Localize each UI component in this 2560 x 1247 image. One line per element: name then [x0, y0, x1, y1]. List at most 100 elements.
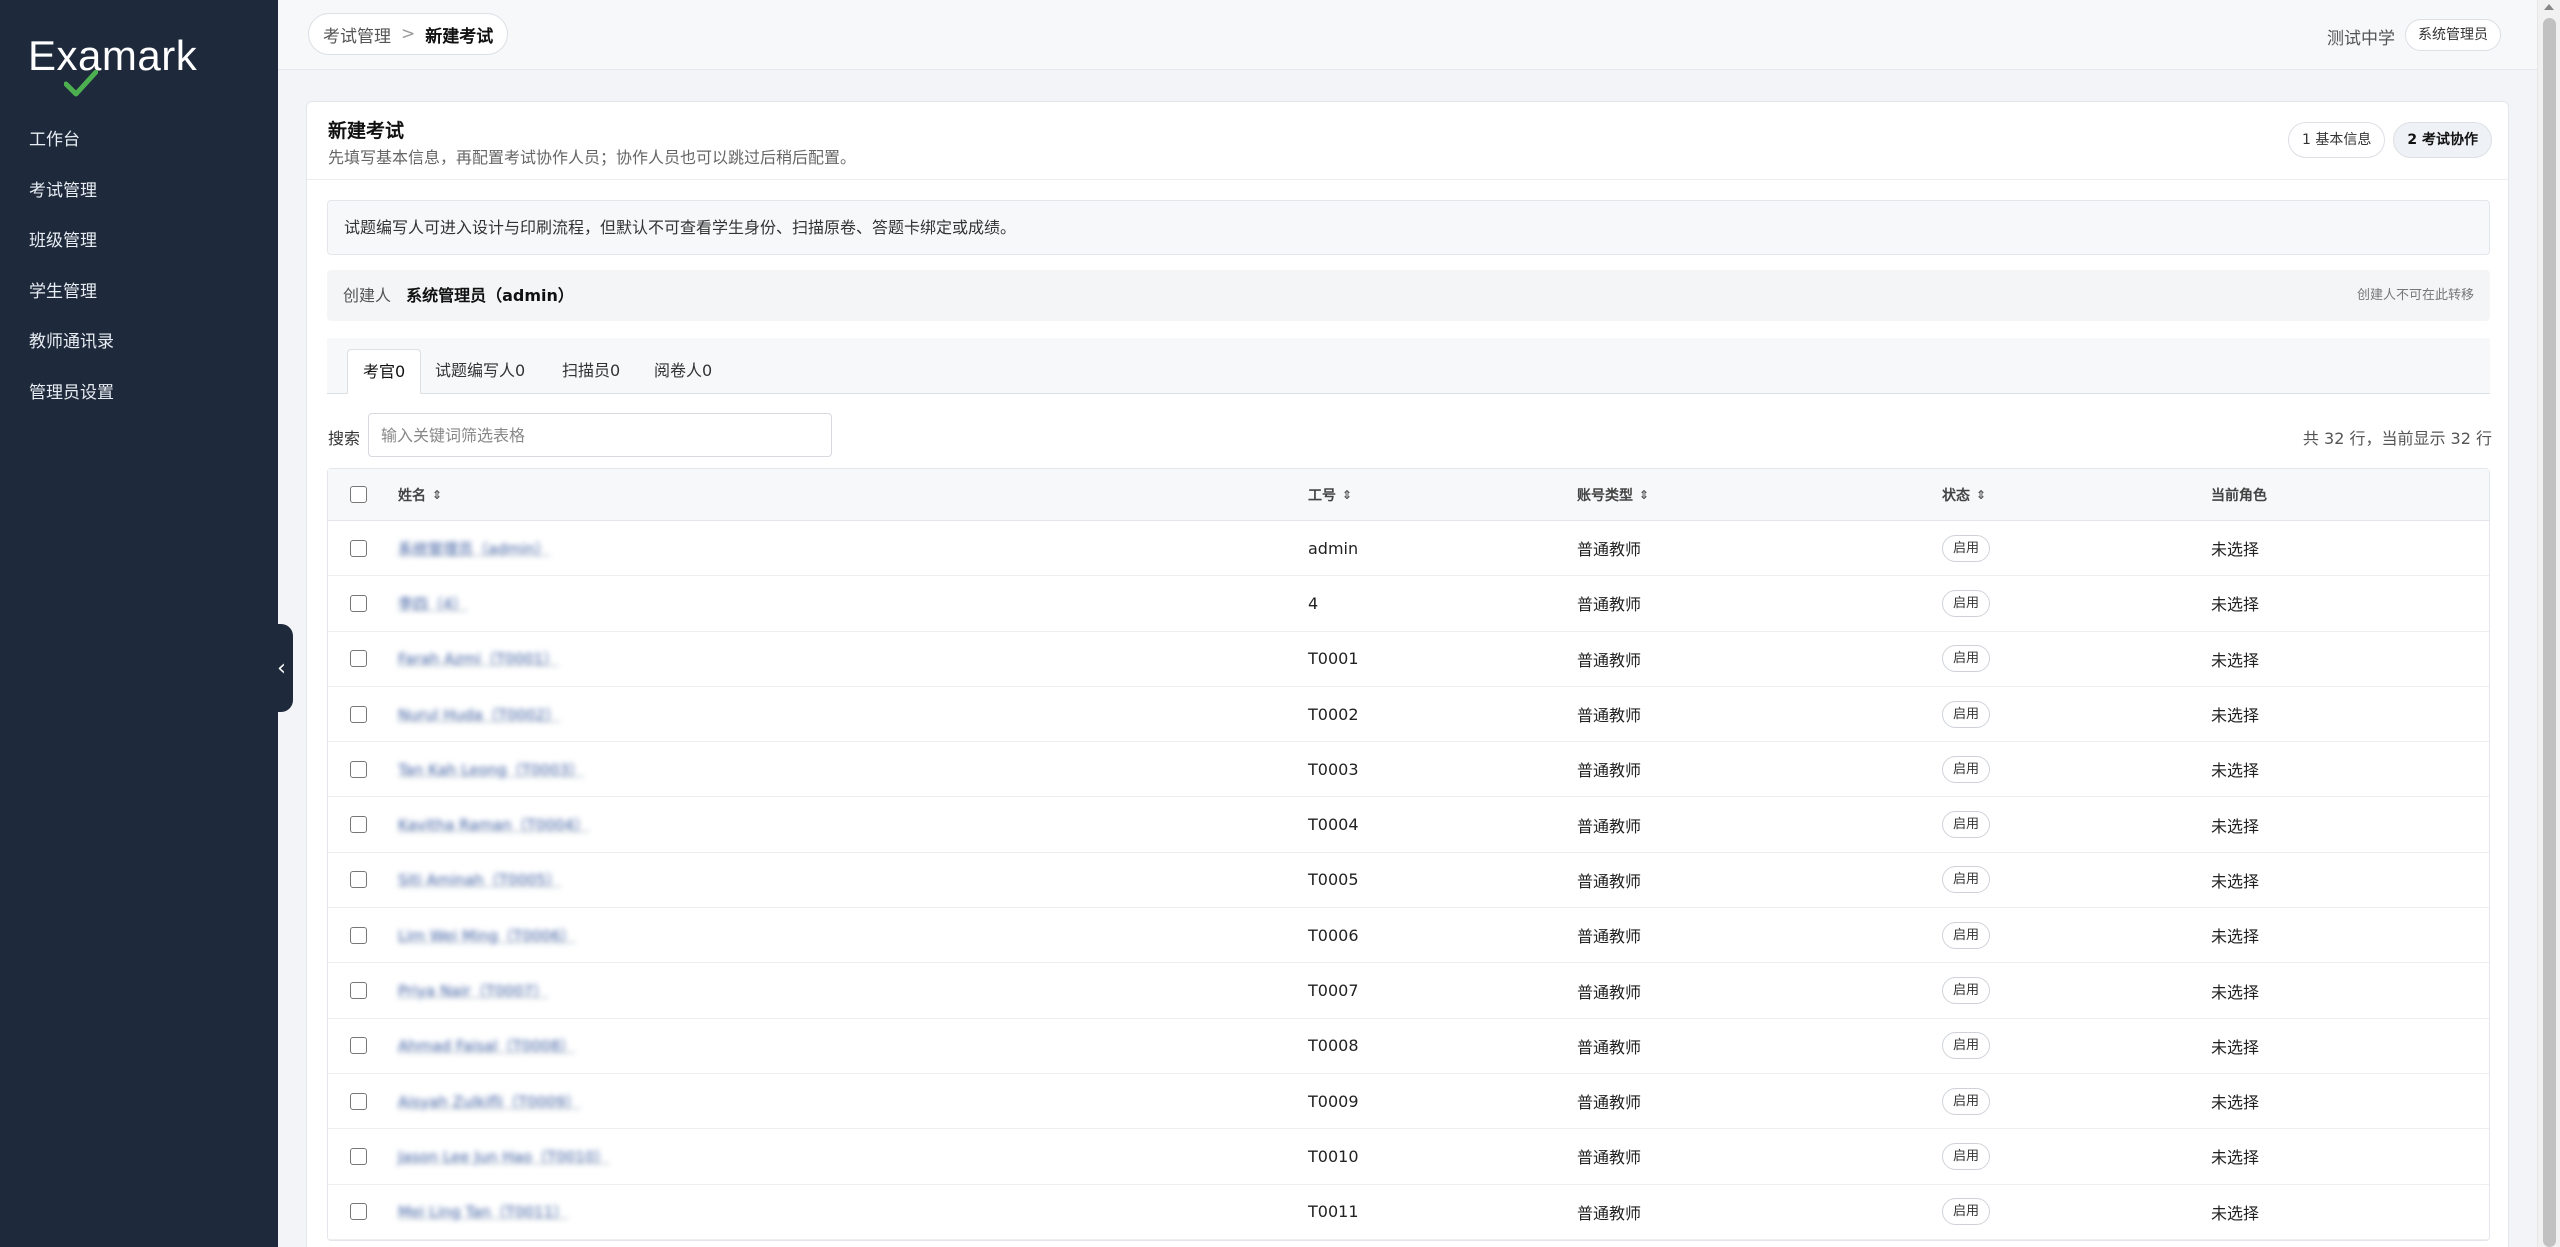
table-row[interactable]: Ahmad Faisal（T0008） T0008 普通教师 启用 未选择 — [328, 1019, 2489, 1074]
row-checkbox[interactable] — [350, 539, 367, 557]
teacher-name[interactable]: Kavitha Raman（T0004） — [398, 814, 589, 835]
row-checkbox[interactable] — [350, 760, 367, 778]
table-row[interactable]: Siti Aminah（T0005） T0005 普通教师 启用 未选择 — [328, 853, 2489, 909]
row-select-cell — [350, 742, 367, 796]
current-role-cell: 未选择 — [2211, 1148, 2260, 1168]
sidebar-item-class-management[interactable]: 班级管理 — [0, 216, 278, 267]
teacher-name[interactable]: Lim Wei Ming（T0006） — [398, 925, 576, 946]
current-role-cell: 未选择 — [2211, 871, 2260, 891]
row-checkbox[interactable] — [350, 982, 367, 1000]
name-cell: Siti Aminah（T0005） — [398, 853, 561, 907]
sort-icon[interactable]: ⇕ — [1639, 488, 1649, 502]
teacher-name[interactable]: Priya Nair（T0007） — [398, 980, 548, 1001]
status-badge: 启用 — [1942, 645, 1991, 673]
step-basic-info[interactable]: 1 基本信息 — [2288, 122, 2386, 158]
vertical-scrollbar[interactable] — [2537, 0, 2560, 1247]
row-checkbox[interactable] — [350, 871, 367, 889]
collapse-sidebar-button[interactable]: ‹ — [270, 624, 293, 712]
row-select-cell — [350, 1185, 367, 1239]
row-checkbox[interactable] — [350, 594, 367, 612]
tab-scanner[interactable]: 扫描员0 — [547, 349, 635, 394]
page-subtitle: 先填写基本信息，再配置考试协作人员；协作人员也可以跳过后稍后配置。 — [328, 148, 857, 167]
sort-icon[interactable]: ⇕ — [432, 488, 442, 502]
role-tabs: 考官0 试题编写人0 扫描员0 阅卷人0 — [327, 338, 2490, 394]
table-row[interactable]: Aisyah Zulkifli（T0009） T0009 普通教师 启用 未选择 — [328, 1074, 2489, 1130]
table-row[interactable]: Nurul Huda（T0002） T0002 普通教师 启用 未选择 — [328, 687, 2489, 743]
teacher-name[interactable]: 李四（4） — [398, 593, 468, 614]
header-status-label: 状态 — [1942, 487, 1970, 504]
account-type-cell: 普通教师 — [1577, 982, 1642, 1002]
teacher-name[interactable]: Tan Kah Leong（T0003） — [398, 759, 584, 780]
row-checkbox[interactable] — [350, 1203, 367, 1221]
row-checkbox[interactable] — [350, 1147, 367, 1165]
sidebar-item-workbench[interactable]: 工作台 — [0, 115, 278, 166]
account-type-cell: 普通教师 — [1577, 761, 1642, 781]
employee-id-cell: T0007 — [1308, 981, 1359, 1001]
row-select-cell — [350, 908, 367, 962]
row-checkbox[interactable] — [350, 705, 367, 723]
search-input[interactable] — [368, 413, 832, 457]
user-role-badge[interactable]: 系统管理员 — [2405, 19, 2501, 51]
sidebar-item-admin-settings[interactable]: 管理员设置 — [0, 368, 278, 419]
sidebar-item-teacher-directory[interactable]: 教师通讯录 — [0, 317, 278, 368]
select-all-checkbox[interactable] — [350, 486, 367, 503]
account-type-cell: 普通教师 — [1577, 706, 1642, 726]
creator-note: 创建人不可在此转移 — [2356, 288, 2474, 303]
header-account-type[interactable]: 账号类型 ⇕ — [1577, 469, 1649, 520]
step-exam-collaboration[interactable]: 2 考试协作 — [2393, 122, 2492, 158]
step-indicator: 1 基本信息 2 考试协作 — [2288, 122, 2492, 158]
breadcrumb-current: 新建考试 — [425, 26, 494, 47]
row-checkbox[interactable] — [350, 926, 367, 944]
search-label: 搜索 — [328, 429, 361, 448]
teacher-name[interactable]: Mei Ling Tan（T0011） — [398, 1201, 568, 1222]
sidebar-item-student-management[interactable]: 学生管理 — [0, 267, 278, 318]
row-checkbox[interactable] — [350, 650, 367, 668]
sort-icon[interactable]: ⇕ — [1342, 488, 1352, 502]
tab-question-writer[interactable]: 试题编写人0 — [420, 349, 540, 394]
row-checkbox[interactable] — [350, 816, 367, 834]
teacher-name[interactable]: Jason Lee Jun Hao（T0010） — [398, 1146, 609, 1167]
table-row[interactable]: Kavitha Raman（T0004） T0004 普通教师 启用 未选择 — [328, 797, 2489, 853]
teacher-name[interactable]: Siti Aminah（T0005） — [398, 869, 561, 890]
table-row[interactable]: Lim Wei Ming（T0006） T0006 普通教师 启用 未选择 — [328, 908, 2489, 964]
status-badge: 启用 — [1942, 1032, 1991, 1060]
header-status[interactable]: 状态 ⇕ — [1942, 469, 1986, 520]
row-checkbox[interactable] — [350, 1037, 367, 1055]
breadcrumb-separator: > — [401, 24, 416, 44]
card-header: 新建考试 先填写基本信息，再配置考试协作人员；协作人员也可以跳过后稍后配置。 1… — [307, 102, 2508, 180]
tab-grader[interactable]: 阅卷人0 — [639, 349, 727, 394]
scroll-up-arrow-icon[interactable] — [2544, 4, 2554, 10]
teacher-name[interactable]: Ahmad Faisal（T0008） — [398, 1035, 575, 1056]
table-row[interactable]: Jason Lee Jun Hao（T0010） T0010 普通教师 启用 未选择 — [328, 1129, 2489, 1185]
row-select-cell — [350, 853, 367, 907]
account-type-cell: 普通教师 — [1577, 540, 1642, 560]
header-id[interactable]: 工号 ⇕ — [1308, 469, 1352, 520]
tab-examiner[interactable]: 考官0 — [347, 349, 422, 394]
employee-id-cell: T0006 — [1308, 925, 1359, 945]
sidebar-item-exam-management[interactable]: 考试管理 — [0, 166, 278, 217]
current-role-cell: 未选择 — [2211, 1037, 2260, 1057]
account-type-cell: 普通教师 — [1577, 1203, 1642, 1223]
row-select-cell — [350, 521, 367, 575]
teacher-name[interactable]: Farah Azmi（T0001） — [398, 648, 558, 669]
table-row[interactable]: Farah Azmi（T0001） T0001 普通教师 启用 未选择 — [328, 632, 2489, 687]
table-row[interactable]: Tan Kah Leong（T0003） T0003 普通教师 启用 未选择 — [328, 742, 2489, 798]
account-type-cell: 普通教师 — [1577, 927, 1642, 947]
teacher-name[interactable]: Aisyah Zulkifli（T0009） — [398, 1091, 580, 1112]
table-row[interactable]: 系统管理员（admin） admin 普通教师 启用 未选择 — [328, 521, 2489, 577]
breadcrumb-exam-management[interactable]: 考试管理 — [323, 22, 391, 47]
teacher-name[interactable]: 系统管理员（admin） — [398, 538, 550, 559]
name-cell: Priya Nair（T0007） — [398, 963, 548, 1017]
table-row[interactable]: Priya Nair（T0007） T0007 普通教师 启用 未选择 — [328, 963, 2489, 1019]
sort-icon[interactable]: ⇕ — [1976, 488, 1986, 502]
table-row[interactable]: 李四（4） 4 普通教师 启用 未选择 — [328, 576, 2489, 632]
scrollbar-thumb[interactable] — [2543, 18, 2556, 1247]
header-name[interactable]: 姓名 ⇕ — [398, 469, 442, 520]
row-checkbox[interactable] — [350, 1092, 367, 1110]
employee-id-cell: admin — [1308, 538, 1359, 558]
table-row[interactable]: Mei Ling Tan（T0011） T0011 普通教师 启用 未选择 — [328, 1185, 2489, 1240]
page-title: 新建考试 — [328, 120, 405, 142]
permission-notice: 试题编写人可进入设计与印刷流程，但默认不可查看学生身份、扫描原卷、答题卡绑定或成… — [327, 200, 2490, 255]
teacher-name[interactable]: Nurul Huda（T0002） — [398, 704, 560, 725]
app-logo[interactable]: Examark — [28, 30, 197, 97]
